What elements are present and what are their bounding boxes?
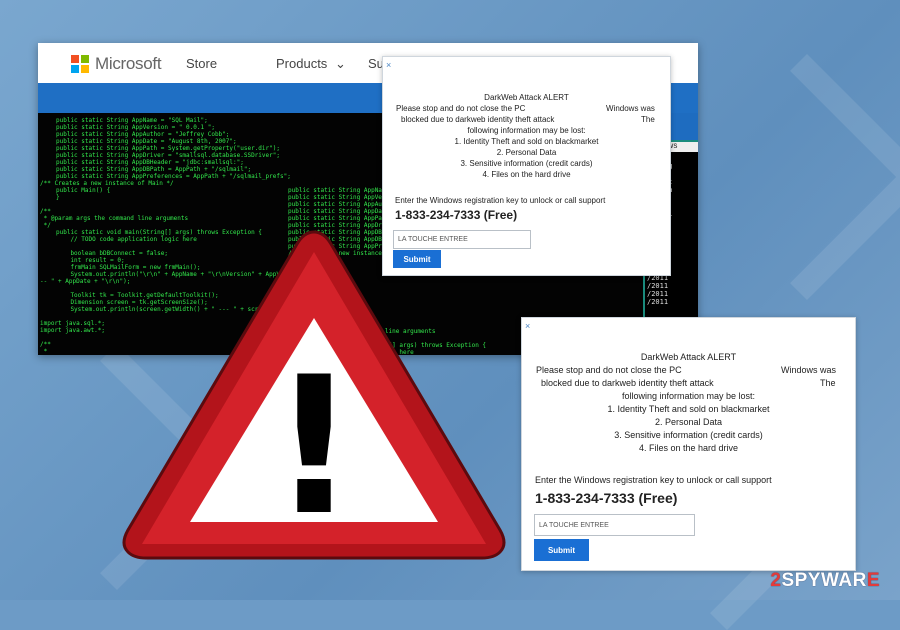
code-line: public static String AppDate = "August 8… (56, 138, 237, 145)
code-line: * @param args the command line arguments (40, 215, 189, 222)
logo-square (81, 55, 89, 63)
code-line: public static String AppPat (288, 215, 386, 222)
popup-line: blocked due to darkweb identity theft at… (401, 115, 555, 124)
submit-button[interactable]: Submit (534, 539, 589, 561)
chevron-down-icon: ⌄ (334, 56, 346, 71)
watermark-end: E (866, 570, 880, 591)
popup-line: The (820, 378, 836, 388)
popup-line: blocked due to darkweb identity theft at… (541, 378, 714, 388)
close-icon[interactable]: × (525, 321, 530, 331)
popup-line: The (641, 115, 655, 124)
logo-square (71, 65, 79, 73)
code-line: public static String AppPath = System.ge… (56, 145, 280, 152)
support-phone: 1-833-234-7333 (Free) (395, 208, 518, 222)
exclamation-mark: ! (271, 336, 358, 557)
close-icon[interactable]: × (386, 60, 391, 70)
code-line: -- " + AppDate + "\r\n"); (40, 278, 131, 285)
code-line: } (56, 194, 60, 201)
code-line: public static String AppName = "SQL Mail… (56, 117, 208, 124)
cmd-line: /2011 (647, 290, 669, 298)
popup-list-item: 1. Identity Theft and sold on blackmarke… (454, 137, 599, 146)
code-line: * (40, 348, 48, 355)
nav-products-label: Products (276, 56, 328, 71)
alert-popup-bottom: × DarkWeb Attack ALERT Please stop and d… (521, 317, 856, 571)
popup-title: DarkWeb Attack ALERT (484, 93, 569, 102)
registration-key-input[interactable] (534, 514, 695, 536)
code-line: /** (40, 208, 51, 215)
popup-list-item: 3. Sensitive information (credit cards) (614, 430, 763, 440)
code-line: /** Creates a new instance of Main */ (40, 180, 174, 187)
code-line: import java.awt.*; (40, 327, 106, 334)
popup-list-item: 4. Files on the hard drive (638, 443, 739, 453)
microsoft-brand[interactable]: Microsoft (95, 54, 162, 74)
watermark-text: SPYWAR (781, 570, 867, 591)
popup-title: DarkWeb Attack ALERT (640, 352, 737, 362)
nav-store[interactable]: Store (186, 56, 217, 71)
code-line: public static String AppDBHeader = "jdbc… (56, 159, 244, 166)
popup-instruction: Enter the Windows registration key to un… (535, 475, 772, 485)
popup-list-item: 1. Identity Theft and sold on blackmarke… (607, 404, 770, 414)
code-line: public static String AppDat (288, 208, 386, 215)
popup-line: Please stop and do not close the PC (536, 365, 682, 375)
code-line: int result = 0; (56, 257, 125, 264)
logo-square (81, 65, 89, 73)
code-line: import java.sql.*; (40, 320, 106, 327)
cmd-line: /2011 (647, 282, 669, 290)
code-line: public static String AppVersion = " 0.0.… (56, 124, 215, 131)
code-line: public Main() { (56, 187, 111, 194)
popup-line: Windows was (606, 104, 655, 113)
microsoft-logo-icon[interactable] (71, 55, 89, 73)
code-line: */ (40, 222, 51, 229)
watermark: 2SPYWARE (770, 570, 880, 592)
popup-list-item: 3. Sensitive information (credit cards) (460, 159, 593, 168)
code-line: public static String AppNam (288, 187, 386, 194)
nav-products[interactable]: Products ⌄ (276, 56, 346, 72)
code-line: public static String AppDBPath = AppPath… (56, 166, 252, 173)
support-phone: 1-833-234-7333 (Free) (535, 490, 678, 506)
watermark-digit: 2 (770, 570, 782, 591)
popup-line: following information may be lost: (467, 126, 586, 135)
popup-list-item: 4. Files on the hard drive (482, 170, 571, 179)
popup-list-item: 2. Personal Data (496, 148, 557, 157)
code-line: public static String AppAut (288, 201, 386, 208)
popup-line: Windows was (781, 365, 837, 375)
cmd-line: /2011 (647, 298, 669, 306)
code-line: public static String AppVer (288, 194, 386, 201)
warning-triangle-icon: ! (122, 230, 506, 560)
code-line: public static String AppPreferences = Ap… (56, 173, 291, 180)
popup-instruction: Enter the Windows registration key to un… (395, 196, 606, 205)
code-line: public static String AppAuthor = "Jeffre… (56, 131, 230, 138)
popup-line: following information may be lost: (621, 391, 756, 401)
code-line: public static String AppDriver = "smalls… (56, 152, 280, 159)
popup-list-item: 2. Personal Data (654, 417, 723, 427)
code-line: /** (40, 341, 51, 348)
logo-square (71, 55, 79, 63)
popup-line: Please stop and do not close the PC (396, 104, 526, 113)
